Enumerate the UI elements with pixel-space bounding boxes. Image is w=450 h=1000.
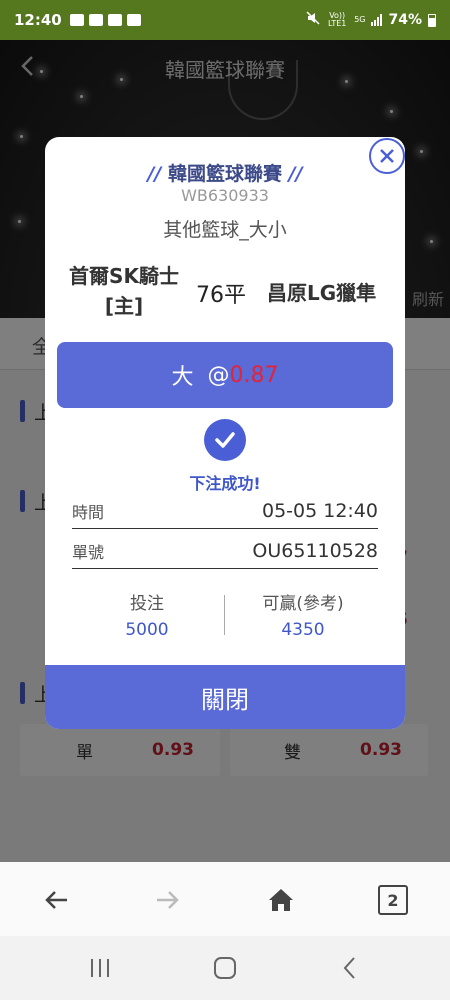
system-navigation-bar	[0, 936, 450, 1000]
home-nav-icon[interactable]	[205, 954, 245, 982]
stake-label: 投注	[130, 594, 164, 614]
close-button[interactable]: 關閉	[45, 665, 405, 729]
selection-odds: 0.87	[229, 362, 279, 388]
selection-at: @	[207, 362, 230, 388]
league-title: // 韓國籃球聯賽 //	[147, 163, 303, 185]
browser-forward-icon[interactable]	[148, 880, 188, 920]
browser-back-icon[interactable]	[36, 880, 76, 920]
success-message: 下注成功!	[189, 474, 261, 493]
volte-indicator: Vo)) LTE1	[327, 11, 347, 28]
gallery-icon	[126, 14, 141, 26]
potential-win-stat: 可贏(參考) 4350	[228, 589, 378, 640]
mute-icon	[306, 11, 320, 29]
notification-icons	[69, 14, 141, 26]
home-icon[interactable]	[261, 880, 301, 920]
recent-apps-icon[interactable]	[80, 954, 120, 982]
bet-summary: 投注 5000 可贏(參考) 4350	[72, 589, 378, 649]
market-name: 其他籃球_大小	[163, 219, 287, 241]
potential-win-value: 4350	[281, 620, 325, 640]
youtube-icon	[69, 14, 84, 26]
signal-icon	[371, 14, 383, 26]
bet-selection: 大 @ 0.87	[57, 342, 393, 408]
divider	[224, 595, 225, 635]
bet-time-row: 時間 05-05 12:40	[72, 493, 378, 529]
order-number-row: 單號 OU65110528	[72, 533, 378, 569]
potential-win-label: 可贏(參考)	[262, 594, 344, 614]
event-code: WB630933	[181, 186, 269, 205]
order-value: OU65110528	[252, 539, 378, 562]
facebook-icon	[107, 14, 122, 26]
home-team: 首爾SK騎士[主]	[69, 264, 179, 318]
tab-count: 2	[378, 885, 408, 915]
stake-value: 5000	[125, 620, 169, 640]
time-value: 05-05 12:40	[261, 499, 378, 522]
network-indicator: 5G	[354, 15, 366, 24]
away-team: 昌原LG獵隼	[267, 281, 377, 305]
back-nav-icon[interactable]	[330, 954, 370, 982]
line-icon	[88, 14, 103, 26]
status-bar: 12:40 Vo)) LTE1 5G 74%	[0, 0, 450, 40]
bet-confirmation-modal: // 韓國籃球聯賽 // WB630933 其他籃球_大小 首爾SK騎士[主] …	[45, 137, 405, 729]
selection-label: 大	[171, 365, 194, 390]
tabs-button[interactable]: 2	[373, 880, 413, 920]
status-time: 12:40	[14, 11, 62, 29]
order-label: 單號	[72, 542, 105, 562]
time-label: 時間	[72, 502, 105, 522]
battery-level: 74%	[388, 12, 422, 28]
stake-stat: 投注 5000	[72, 589, 222, 640]
browser-toolbar: 2	[0, 862, 450, 936]
total-line: 76平	[196, 283, 246, 308]
check-circle-icon	[204, 419, 246, 461]
battery-icon	[428, 13, 436, 27]
